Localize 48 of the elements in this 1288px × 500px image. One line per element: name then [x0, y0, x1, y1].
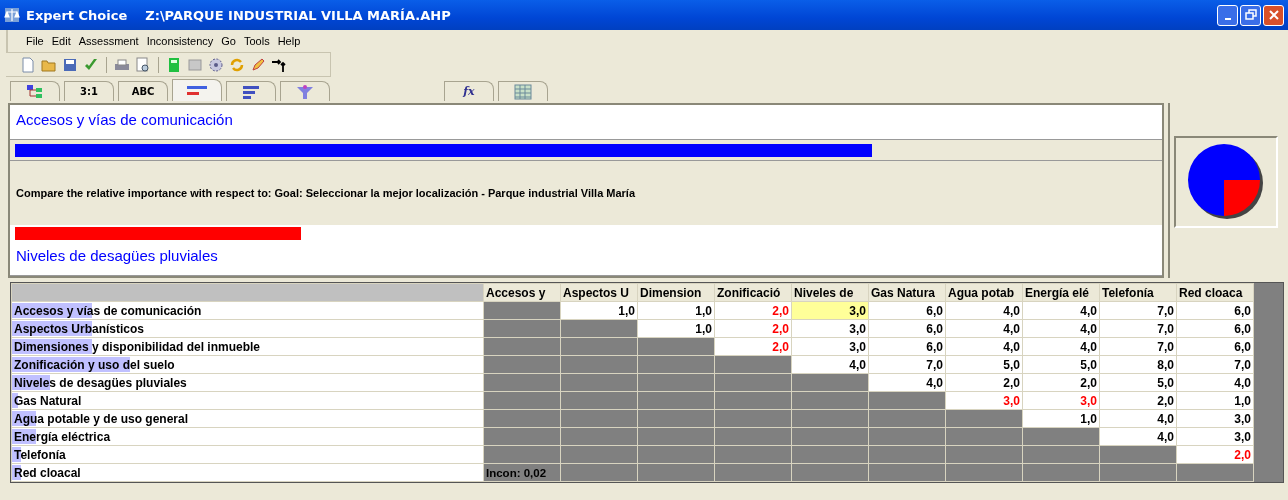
column-header[interactable]: Agua potab: [945, 283, 1023, 302]
new-file-icon[interactable]: [20, 56, 36, 73]
tab[interactable]: [280, 81, 330, 101]
menu-item[interactable]: Inconsistency: [142, 35, 218, 47]
app-name: Expert Choice: [26, 7, 128, 23]
bar-chart-icon: [242, 84, 260, 99]
tab[interactable]: ABC: [118, 81, 168, 101]
bars-icon: [186, 84, 208, 97]
menu-item[interactable]: Edit: [47, 35, 75, 47]
grid-icon: [514, 83, 532, 100]
column-header[interactable]: Accesos y: [483, 283, 561, 302]
gear-icon[interactable]: [208, 56, 224, 73]
close-icon: [1267, 9, 1280, 21]
tab[interactable]: [10, 81, 60, 101]
minimize-icon: [1224, 18, 1231, 20]
menu-item[interactable]: Help: [273, 35, 305, 47]
printer-icon[interactable]: [114, 56, 130, 73]
column-header[interactable]: Gas Natura: [868, 283, 946, 302]
comparison-prompt: Compare the relative importance with respect to: Goal: Seleccionar la mejor localización - Parque industrial Villa María: [10, 160, 1162, 225]
column-header[interactable]: Telefonía: [1099, 283, 1177, 302]
column-header[interactable]: Aspectos U: [560, 283, 638, 302]
tab[interactable]: fx: [444, 81, 494, 101]
tab[interactable]: 3:1: [64, 81, 114, 101]
column-header[interactable]: Energía elé: [1022, 283, 1100, 302]
column-header[interactable]: Zonificació: [714, 283, 792, 302]
pencil-icon[interactable]: [250, 56, 266, 73]
minimize-button[interactable]: [1217, 4, 1238, 26]
column-header[interactable]: Red cloaca: [1176, 283, 1254, 302]
column-header[interactable]: Niveles de: [791, 283, 869, 302]
app-icon: [4, 7, 20, 23]
calculator-icon[interactable]: [166, 56, 182, 73]
tree-icon: [26, 83, 44, 100]
tab[interactable]: [172, 79, 222, 101]
save-icon[interactable]: [62, 56, 78, 73]
tab[interactable]: [226, 81, 276, 101]
window-title: Z:\PARQUE INDUSTRIAL VILLA MARÍA.AHP: [145, 7, 451, 23]
menu-item[interactable]: Go: [217, 35, 240, 47]
restore-icon: [1244, 9, 1257, 21]
menu-item[interactable]: Tools: [239, 35, 274, 47]
close-button[interactable]: [1263, 4, 1284, 26]
menu-item[interactable]: Assessment: [74, 35, 143, 47]
arrows-icon[interactable]: [271, 56, 287, 73]
right-element-name: Niveles de desagües pluviales: [10, 241, 1162, 276]
menu-item[interactable]: File: [22, 35, 48, 47]
column-header[interactable]: Dimension: [637, 283, 715, 302]
restore-button[interactable]: [1240, 4, 1261, 26]
print-preview-icon[interactable]: [135, 56, 151, 73]
funnel-icon: [296, 83, 314, 100]
